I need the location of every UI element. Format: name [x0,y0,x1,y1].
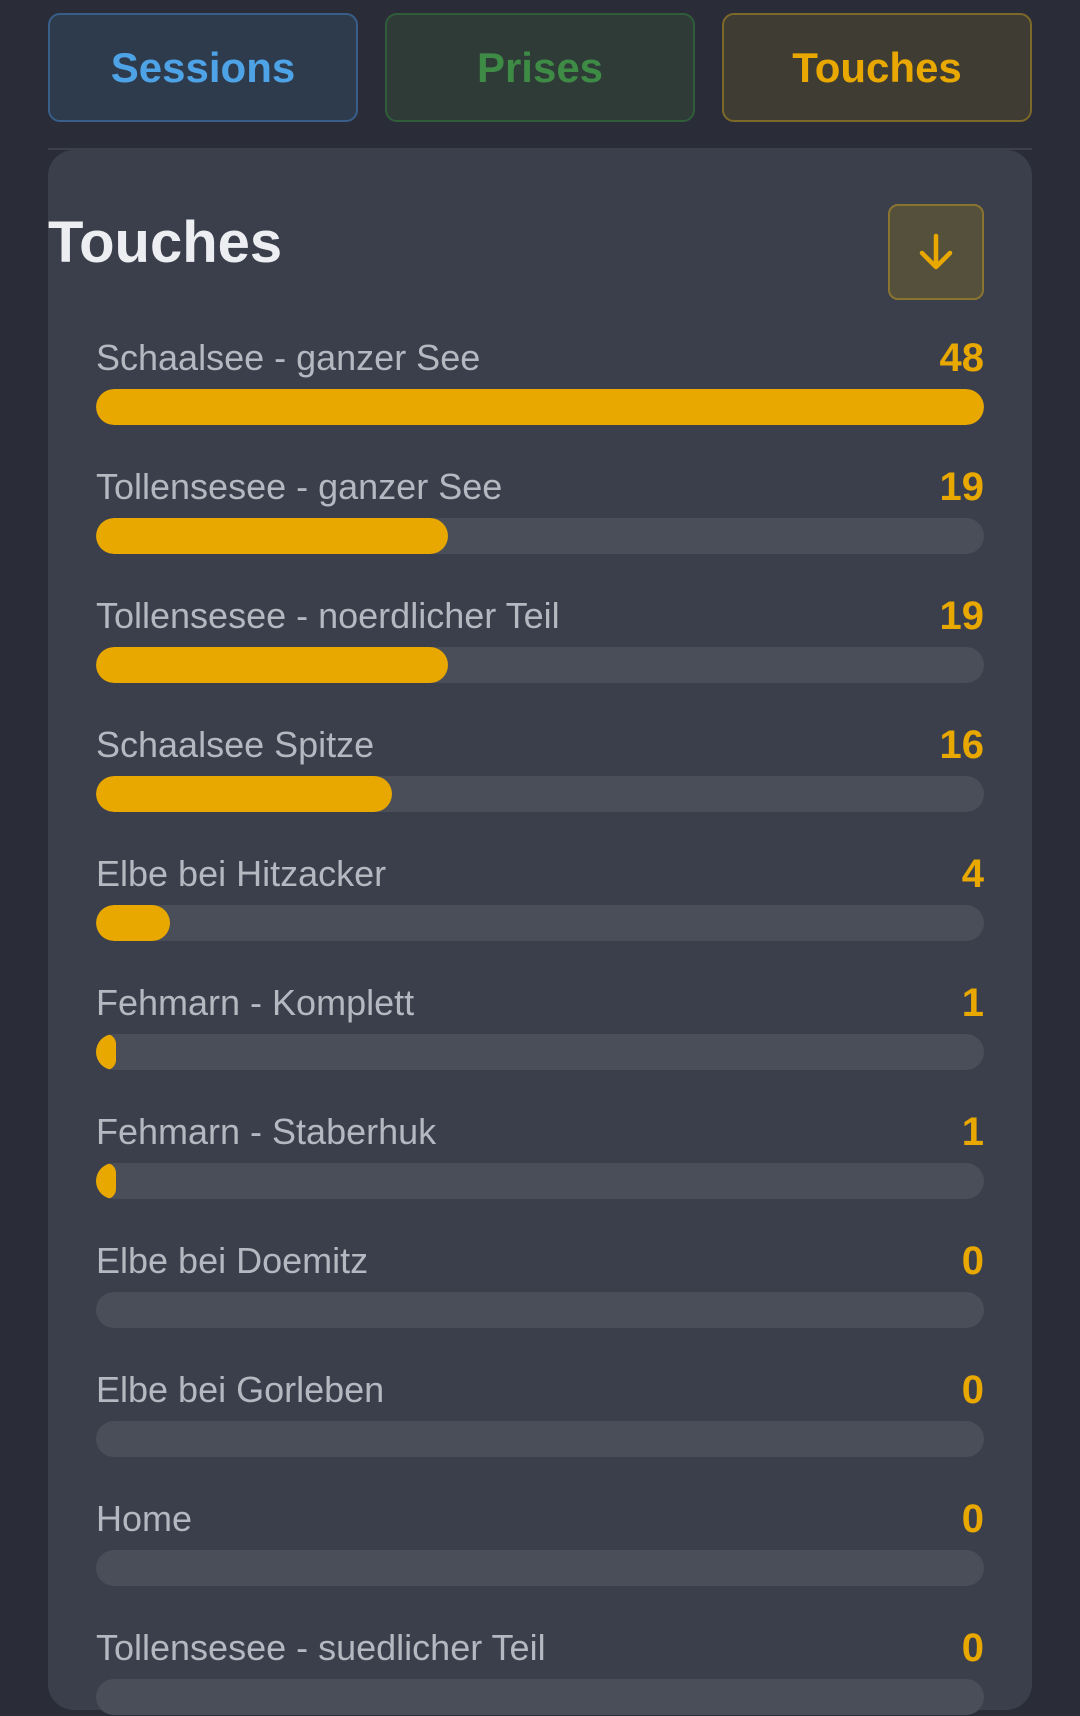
progress-fill [96,647,448,683]
row-label: Fehmarn - Staberhuk [96,1111,437,1152]
progress-track [96,1034,984,1070]
progress-track [96,1421,984,1457]
progress-track [96,518,984,554]
row-value: 0 [961,1626,984,1670]
progress-track [96,647,984,683]
progress-track [96,1163,984,1199]
row-label: Tollensesee - noerdlicher Teil [96,595,560,636]
tab-touches[interactable]: Touches [722,13,1032,122]
progress-track [96,389,984,425]
tab-prises[interactable]: Prises [385,13,695,122]
tab-bar: Sessions Prises Touches [48,13,1032,124]
list-item: Schaalsee Spitze 16 [96,717,984,813]
arrow-down-icon [919,233,953,270]
row-label: Elbe bei Gorleben [96,1369,385,1410]
progress-fill [96,1034,116,1070]
download-button[interactable] [888,204,984,300]
progress-track [96,776,984,812]
row-label: Fehmarn - Komplett [96,982,415,1023]
progress-track [96,905,984,941]
row-label: Tollensesee - ganzer See [96,466,503,507]
list-item: Tollensesee - suedlicher Teil 0 [96,1620,984,1716]
list-item: Tollensesee - noerdlicher Teil 19 [96,588,984,684]
progress-fill [96,905,170,941]
row-value: 16 [939,723,985,767]
progress-track [96,1679,984,1715]
list-item: Elbe bei Gorleben 0 [96,1362,984,1458]
list-item: Elbe bei Doemitz 0 [96,1233,984,1329]
progress-fill [96,1163,116,1199]
row-value: 48 [939,336,985,380]
row-value: 19 [939,594,985,638]
row-value: 0 [961,1239,984,1283]
row-label: Elbe bei Hitzacker [96,853,387,894]
progress-fill [96,776,392,812]
row-value: 0 [961,1497,984,1541]
row-value: 1 [961,981,984,1025]
row-label: Schaalsee - ganzer See [96,337,481,378]
progress-fill [96,518,448,554]
row-label: Elbe bei Doemitz [96,1240,369,1281]
list-item: Elbe bei Hitzacker 4 [96,846,984,942]
list-item: Fehmarn - Staberhuk 1 [96,1104,984,1200]
row-label: Tollensesee - suedlicher Teil [96,1627,546,1668]
list-item: Home 0 [96,1491,984,1587]
list-item: Tollensesee - ganzer See 19 [96,459,984,555]
row-label: Home [96,1498,193,1539]
row-value: 0 [961,1368,984,1412]
row-value: 4 [961,852,984,896]
list-item: Fehmarn - Komplett 1 [96,975,984,1071]
tab-sessions[interactable]: Sessions [48,13,358,122]
card-title: Touches [48,210,283,275]
progress-fill [96,389,984,425]
row-value: 1 [961,1110,984,1154]
progress-track [96,1550,984,1586]
row-label: Schaalsee Spitze [96,724,375,765]
progress-track [96,1292,984,1328]
row-value: 19 [939,465,985,509]
list-item: Schaalsee - ganzer See 48 [96,330,984,426]
